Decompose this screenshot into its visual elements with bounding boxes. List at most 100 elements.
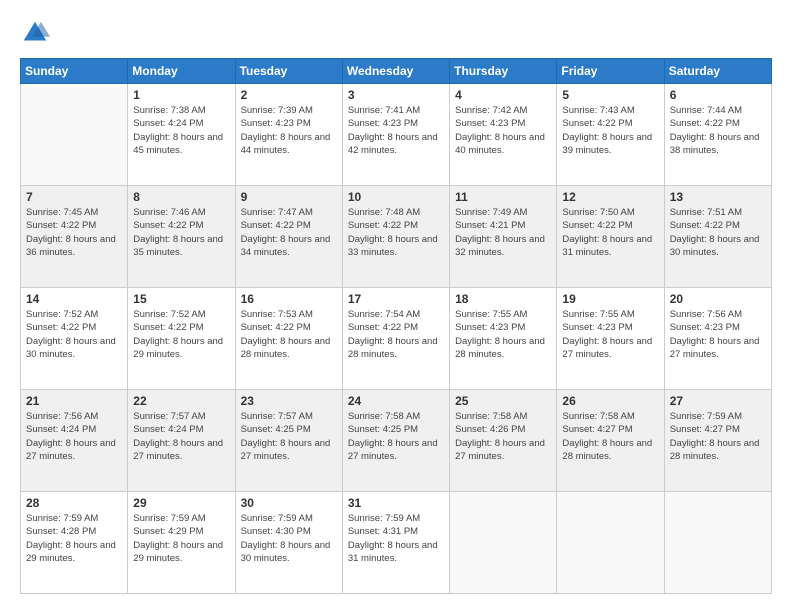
day-info: Sunrise: 7:46 AMSunset: 4:22 PMDaylight:… — [133, 206, 229, 259]
day-info: Sunrise: 7:38 AMSunset: 4:24 PMDaylight:… — [133, 104, 229, 157]
day-number: 30 — [241, 496, 337, 510]
day-info: Sunrise: 7:51 AMSunset: 4:22 PMDaylight:… — [670, 206, 766, 259]
page: SundayMondayTuesdayWednesdayThursdayFrid… — [0, 0, 792, 612]
day-number: 28 — [26, 496, 122, 510]
calendar-cell: 4Sunrise: 7:42 AMSunset: 4:23 PMDaylight… — [450, 84, 557, 186]
day-number: 16 — [241, 292, 337, 306]
day-number: 15 — [133, 292, 229, 306]
day-info: Sunrise: 7:45 AMSunset: 4:22 PMDaylight:… — [26, 206, 122, 259]
day-info: Sunrise: 7:44 AMSunset: 4:22 PMDaylight:… — [670, 104, 766, 157]
calendar-cell — [664, 492, 771, 594]
header — [20, 18, 772, 48]
calendar-cell: 29 Sunrise: 7:59 AMSunset: 4:29 PMDayligh… — [128, 492, 235, 594]
day-info: Sunrise: 7:55 AMSunset: 4:23 PMDaylight:… — [455, 308, 551, 361]
calendar-cell — [450, 492, 557, 594]
calendar-cell: 14Sunrise: 7:52 AMSunset: 4:22 PMDayligh… — [21, 288, 128, 390]
weekday-header-saturday: Saturday — [664, 59, 771, 84]
day-info: Sunrise: 7:52 AMSunset: 4:22 PMDaylight:… — [26, 308, 122, 361]
day-info: Sunrise: 7:57 AMSunset: 4:24 PMDaylight:… — [133, 410, 229, 463]
day-number: 25 — [455, 394, 551, 408]
calendar-cell: 3 Sunrise: 7:41 AMSunset: 4:23 PMDaylight… — [342, 84, 449, 186]
calendar-cell: 5Sunrise: 7:43 AMSunset: 4:22 PMDaylight… — [557, 84, 664, 186]
calendar-cell — [21, 84, 128, 186]
calendar-cell: 13 Sunrise: 7:51 AMSunset: 4:22 PMDayligh… — [664, 186, 771, 288]
day-number: 27 — [670, 394, 766, 408]
day-number: 13 — [670, 190, 766, 204]
day-number: 19 — [562, 292, 658, 306]
calendar-cell: 15 Sunrise: 7:52 AMSunset: 4:22 PMDayligh… — [128, 288, 235, 390]
calendar-cell: 27 Sunrise: 7:59 AMSunset: 4:27 PMDayligh… — [664, 390, 771, 492]
day-number: 9 — [241, 190, 337, 204]
day-info: Sunrise: 7:59 AMSunset: 4:28 PMDaylight:… — [26, 512, 122, 565]
day-number: 7 — [26, 190, 122, 204]
calendar-cell: 31 Sunrise: 7:59 AMSunset: 4:31 PMDayligh… — [342, 492, 449, 594]
calendar-cell: 20 Sunrise: 7:56 AMSunset: 4:23 PMDayligh… — [664, 288, 771, 390]
calendar-cell: 16Sunrise: 7:53 AMSunset: 4:22 PMDayligh… — [235, 288, 342, 390]
day-info: Sunrise: 7:56 AMSunset: 4:24 PMDaylight:… — [26, 410, 122, 463]
day-info: Sunrise: 7:57 AMSunset: 4:25 PMDaylight:… — [241, 410, 337, 463]
weekday-header-sunday: Sunday — [21, 59, 128, 84]
weekday-header-thursday: Thursday — [450, 59, 557, 84]
day-info: Sunrise: 7:41 AMSunset: 4:23 PMDaylight:… — [348, 104, 444, 157]
weekday-header-wednesday: Wednesday — [342, 59, 449, 84]
day-number: 29 — [133, 496, 229, 510]
day-info: Sunrise: 7:47 AMSunset: 4:22 PMDaylight:… — [241, 206, 337, 259]
calendar-week-row: 21 Sunrise: 7:56 AMSunset: 4:24 PMDayligh… — [21, 390, 772, 492]
day-info: Sunrise: 7:52 AMSunset: 4:22 PMDaylight:… — [133, 308, 229, 361]
calendar-cell: 8 Sunrise: 7:46 AMSunset: 4:22 PMDaylight… — [128, 186, 235, 288]
calendar-cell: 24Sunrise: 7:58 AMSunset: 4:25 PMDayligh… — [342, 390, 449, 492]
calendar-table: SundayMondayTuesdayWednesdayThursdayFrid… — [20, 58, 772, 594]
calendar-cell: 10 Sunrise: 7:48 AMSunset: 4:22 PMDayligh… — [342, 186, 449, 288]
logo-icon — [20, 18, 50, 48]
day-info: Sunrise: 7:50 AMSunset: 4:22 PMDaylight:… — [562, 206, 658, 259]
calendar-week-row: 1 Sunrise: 7:38 AMSunset: 4:24 PMDaylight… — [21, 84, 772, 186]
calendar-cell — [557, 492, 664, 594]
calendar-cell: 26Sunrise: 7:58 AMSunset: 4:27 PMDayligh… — [557, 390, 664, 492]
day-number: 10 — [348, 190, 444, 204]
calendar-cell: 1 Sunrise: 7:38 AMSunset: 4:24 PMDaylight… — [128, 84, 235, 186]
day-info: Sunrise: 7:54 AMSunset: 4:22 PMDaylight:… — [348, 308, 444, 361]
calendar-cell: 2Sunrise: 7:39 AMSunset: 4:23 PMDaylight… — [235, 84, 342, 186]
day-info: Sunrise: 7:59 AMSunset: 4:30 PMDaylight:… — [241, 512, 337, 565]
calendar-cell: 22 Sunrise: 7:57 AMSunset: 4:24 PMDayligh… — [128, 390, 235, 492]
calendar-cell: 18 Sunrise: 7:55 AMSunset: 4:23 PMDayligh… — [450, 288, 557, 390]
logo — [20, 18, 56, 48]
day-number: 8 — [133, 190, 229, 204]
calendar-cell: 19 Sunrise: 7:55 AMSunset: 4:23 PMDayligh… — [557, 288, 664, 390]
day-number: 31 — [348, 496, 444, 510]
day-number: 23 — [241, 394, 337, 408]
day-info: Sunrise: 7:56 AMSunset: 4:23 PMDaylight:… — [670, 308, 766, 361]
day-number: 18 — [455, 292, 551, 306]
day-number: 5 — [562, 88, 658, 102]
day-number: 20 — [670, 292, 766, 306]
day-number: 24 — [348, 394, 444, 408]
calendar-cell: 17 Sunrise: 7:54 AMSunset: 4:22 PMDayligh… — [342, 288, 449, 390]
calendar-cell: 21 Sunrise: 7:56 AMSunset: 4:24 PMDayligh… — [21, 390, 128, 492]
day-info: Sunrise: 7:55 AMSunset: 4:23 PMDaylight:… — [562, 308, 658, 361]
calendar-week-row: 7 Sunrise: 7:45 AMSunset: 4:22 PMDaylight… — [21, 186, 772, 288]
calendar-cell: 11Sunrise: 7:49 AMSunset: 4:21 PMDayligh… — [450, 186, 557, 288]
day-number: 1 — [133, 88, 229, 102]
calendar-cell: 6 Sunrise: 7:44 AMSunset: 4:22 PMDaylight… — [664, 84, 771, 186]
day-number: 4 — [455, 88, 551, 102]
day-info: Sunrise: 7:59 AMSunset: 4:27 PMDaylight:… — [670, 410, 766, 463]
day-number: 3 — [348, 88, 444, 102]
day-number: 22 — [133, 394, 229, 408]
calendar-cell: 7 Sunrise: 7:45 AMSunset: 4:22 PMDaylight… — [21, 186, 128, 288]
calendar-cell: 23 Sunrise: 7:57 AMSunset: 4:25 PMDayligh… — [235, 390, 342, 492]
day-number: 17 — [348, 292, 444, 306]
weekday-header-row: SundayMondayTuesdayWednesdayThursdayFrid… — [21, 59, 772, 84]
day-number: 6 — [670, 88, 766, 102]
calendar-cell: 28 Sunrise: 7:59 AMSunset: 4:28 PMDayligh… — [21, 492, 128, 594]
weekday-header-friday: Friday — [557, 59, 664, 84]
day-info: Sunrise: 7:59 AMSunset: 4:31 PMDaylight:… — [348, 512, 444, 565]
calendar-week-row: 14Sunrise: 7:52 AMSunset: 4:22 PMDayligh… — [21, 288, 772, 390]
day-info: Sunrise: 7:48 AMSunset: 4:22 PMDaylight:… — [348, 206, 444, 259]
weekday-header-tuesday: Tuesday — [235, 59, 342, 84]
calendar-cell: 25Sunrise: 7:58 AMSunset: 4:26 PMDayligh… — [450, 390, 557, 492]
day-info: Sunrise: 7:59 AMSunset: 4:29 PMDaylight:… — [133, 512, 229, 565]
day-number: 26 — [562, 394, 658, 408]
calendar-cell: 30 Sunrise: 7:59 AMSunset: 4:30 PMDayligh… — [235, 492, 342, 594]
calendar-cell: 9 Sunrise: 7:47 AMSunset: 4:22 PMDaylight… — [235, 186, 342, 288]
day-number: 21 — [26, 394, 122, 408]
